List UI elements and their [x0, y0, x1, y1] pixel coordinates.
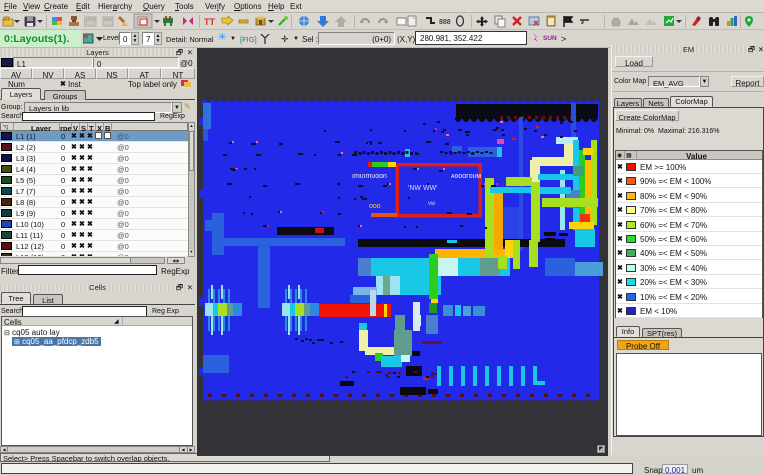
svg-text:ᴠw: ᴠw — [428, 201, 436, 207]
svg-text:TT: TT — [204, 17, 215, 27]
svg-text:ᴀoooᴦoᴜᴍ: ᴀoooᴦoᴜᴍ — [451, 173, 481, 180]
svg-text:'NW WW': 'NW WW' — [408, 185, 438, 192]
svg-text:888: 888 — [439, 19, 451, 26]
svg-text:ımυımυoon: ımυımυoon — [352, 173, 387, 180]
svg-text:ooo: ooo — [369, 203, 381, 210]
